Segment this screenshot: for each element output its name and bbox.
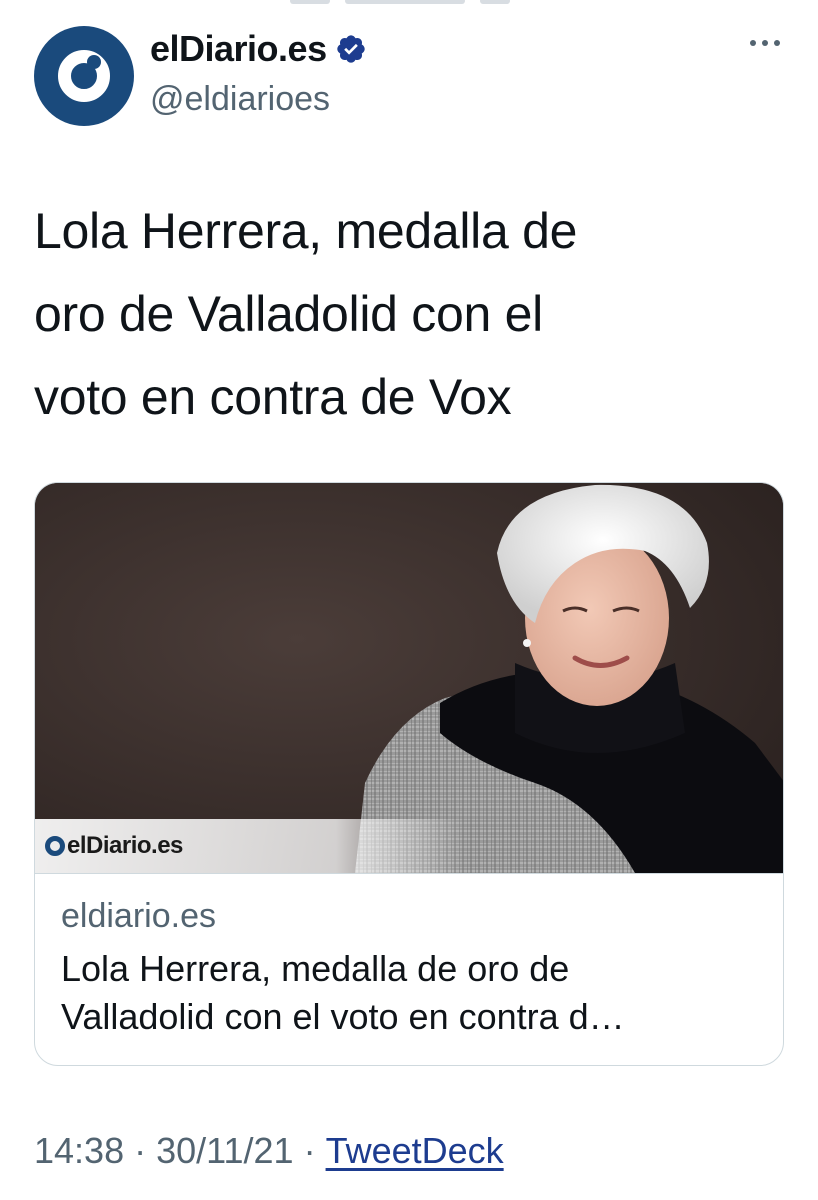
- portrait-illustration: [35, 483, 783, 873]
- card-divider: [35, 873, 783, 874]
- meta-separator: ·: [134, 1130, 147, 1171]
- tweet-text-line: Lola Herrera, medalla de: [34, 203, 578, 259]
- tweet-time[interactable]: 14:38: [34, 1130, 124, 1172]
- link-preview-card[interactable]: elDiario.es eldiario.es Lola Herrera, me…: [34, 482, 784, 1066]
- meta-separator: ·: [303, 1130, 316, 1171]
- avatar[interactable]: [34, 26, 134, 126]
- eldiario-logo-icon: [58, 50, 110, 102]
- verified-badge-icon: [336, 35, 365, 63]
- tweet-text-line: oro de Valladolid con el: [34, 286, 543, 342]
- card-image[interactable]: elDiario.es: [35, 483, 783, 873]
- tweet-text: Lola Herrera, medalla de oro de Valladol…: [34, 190, 794, 439]
- tweet-meta: 14:38 · 30/11/21 · TweetDeck: [34, 1130, 504, 1172]
- tweet-source-link[interactable]: TweetDeck: [326, 1130, 504, 1172]
- card-title-line: Valladolid con el voto en contra d…: [61, 996, 625, 1037]
- more-options-icon[interactable]: [750, 40, 780, 46]
- eldiario-watermark-icon: [45, 836, 65, 856]
- card-title[interactable]: Lola Herrera, medalla de oro de Valladol…: [61, 945, 761, 1041]
- tweet-date[interactable]: 30/11/21: [156, 1130, 293, 1172]
- tweet-text-line: voto en contra de Vox: [34, 369, 512, 425]
- card-title-line: Lola Herrera, medalla de oro de: [61, 948, 570, 989]
- previous-tweet-edge: [0, 0, 818, 8]
- author-name-row: elDiario.es: [150, 28, 367, 70]
- tweet-header: elDiario.es @eldiarioes: [34, 22, 794, 132]
- account-handle[interactable]: @eldiarioes: [150, 80, 330, 119]
- display-name[interactable]: elDiario.es: [150, 28, 327, 70]
- card-domain: eldiario.es: [61, 897, 216, 935]
- image-watermark: elDiario.es: [35, 819, 465, 873]
